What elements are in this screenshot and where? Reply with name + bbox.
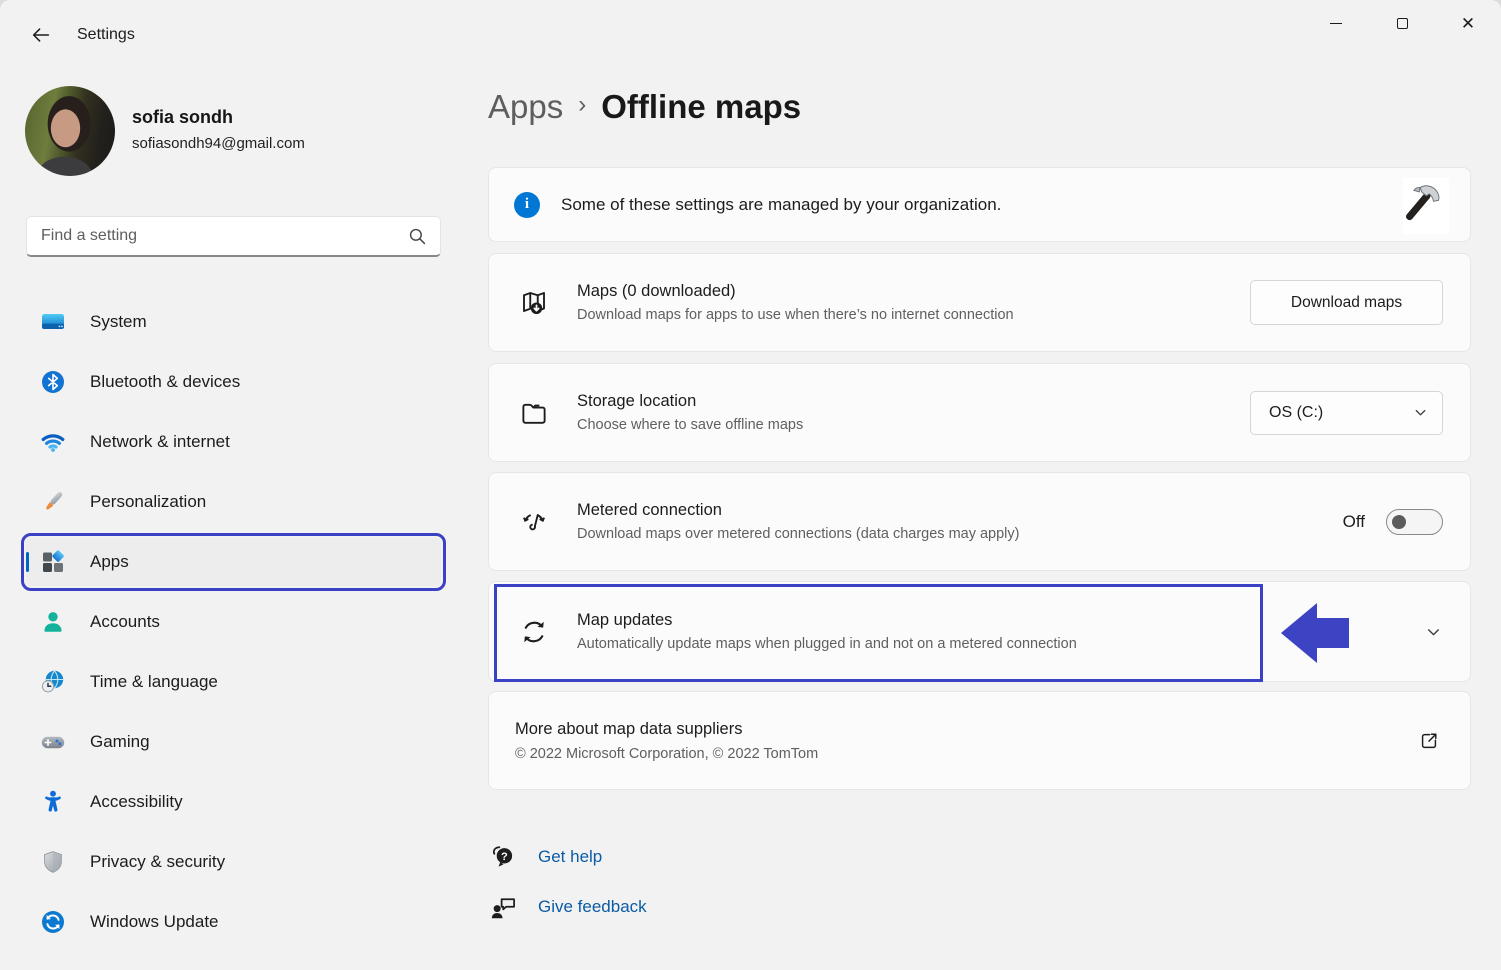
paintbrush-icon [40,489,66,515]
window-title: Settings [77,26,135,44]
sidebar-item-label: Bluetooth & devices [90,372,240,392]
search-input[interactable] [27,227,408,245]
storage-location-value: OS (C:) [1269,404,1323,422]
maps-setting-card: Maps (0 downloaded) Download maps for ap… [488,253,1471,352]
breadcrumb: Apps › Offline maps [488,88,801,126]
sidebar-item-label: Privacy & security [90,852,225,872]
selection-indicator [26,552,29,572]
shield-icon [40,849,66,875]
svg-text:?: ? [501,851,508,863]
suppliers-title: More about map data suppliers [515,720,818,739]
minimize-icon [1330,23,1342,24]
get-help-label: Get help [538,847,602,867]
sidebar-item-time-language[interactable]: Time & language [26,658,441,706]
help-bubble-icon: ? [488,843,518,871]
sidebar-item-accessibility[interactable]: Accessibility [26,778,441,826]
sidebar-item-personalization[interactable]: Personalization [26,478,441,526]
sidebar-item-windows-update[interactable]: Windows Update [26,898,441,946]
breadcrumb-parent[interactable]: Apps [488,88,563,126]
user-name: sofia sondh [132,107,233,128]
apps-icon [40,549,66,575]
get-help-link[interactable]: ? Get help [488,841,602,873]
settings-window: Settings ✕ sofia sondh sofiasondh94@gmai… [0,0,1501,970]
give-feedback-link[interactable]: Give feedback [488,891,647,923]
sidebar-item-network-internet[interactable]: Network & internet [26,418,441,466]
suppliers-copyright: © 2022 Microsoft Corporation, © 2022 Tom… [515,746,818,762]
expand-chevron-icon[interactable] [1425,623,1442,640]
back-button[interactable] [20,18,62,52]
avatar [25,86,115,176]
toggle-knob [1392,515,1406,529]
chevron-down-icon [1413,405,1428,420]
gamepad-icon [40,729,66,755]
wifi-icon [40,429,66,455]
minimize-button[interactable] [1303,0,1369,46]
map-updates-title: Map updates [577,611,1077,630]
metered-subtitle: Download maps over metered connections (… [577,526,1019,542]
maps-subtitle: Download maps for apps to use when there… [577,307,1014,323]
give-feedback-label: Give feedback [538,897,647,917]
map-data-suppliers-card[interactable]: More about map data suppliers © 2022 Mic… [488,691,1471,790]
hammer-cursor-image [1403,178,1449,234]
maps-title: Maps (0 downloaded) [577,282,1014,301]
accessibility-person-icon [40,789,66,815]
page-title: Offline maps [601,88,801,126]
sidebar-item-system[interactable]: System [26,298,441,346]
breadcrumb-chevron-icon: › [578,91,586,119]
globe-clock-icon [40,669,66,695]
close-button[interactable]: ✕ [1435,0,1501,46]
search-box[interactable] [26,216,441,257]
sidebar-item-label: Apps [90,552,129,572]
metered-connection-card: Metered connection Download maps over me… [488,472,1471,571]
folder-icon [519,398,549,428]
info-icon: i [514,192,540,218]
storage-location-dropdown[interactable]: OS (C:) [1250,391,1443,435]
gauge-icon [519,507,549,537]
annotation-arrow-icon [1281,601,1349,670]
metered-connection-toggle[interactable] [1386,509,1443,535]
sidebar-item-bluetooth-devices[interactable]: Bluetooth & devices [26,358,441,406]
sidebar-item-label: System [90,312,147,332]
sidebar-item-label: Personalization [90,492,206,512]
external-link-icon[interactable] [1418,730,1440,752]
maximize-icon [1397,18,1408,29]
sidebar-item-label: Accessibility [90,792,183,812]
back-arrow-icon [30,24,52,46]
sidebar-item-label: Gaming [90,732,150,752]
map-download-icon [519,288,549,318]
bluetooth-icon [40,369,66,395]
user-email: sofiasondh94@gmail.com [132,135,305,152]
sync-icon [519,617,549,647]
sidebar-item-apps[interactable]: Apps [26,538,441,586]
toggle-state-label: Off [1343,512,1365,532]
managed-org-banner: i Some of these settings are managed by … [488,167,1471,242]
storage-subtitle: Choose where to save offline maps [577,417,803,433]
download-maps-button[interactable]: Download maps [1250,280,1443,325]
map-updates-subtitle: Automatically update maps when plugged i… [577,636,1077,652]
sidebar-nav: System Bluetooth & devices Network & int… [26,298,441,958]
feedback-person-icon [488,893,518,921]
sidebar-item-label: Windows Update [90,912,219,932]
update-icon [40,909,66,935]
metered-title: Metered connection [577,501,1019,520]
search-icon [408,227,427,246]
map-updates-card[interactable]: Map updates Automatically update maps wh… [488,581,1471,682]
storage-title: Storage location [577,392,803,411]
sidebar-item-privacy-security[interactable]: Privacy & security [26,838,441,886]
sidebar-item-label: Accounts [90,612,160,632]
sidebar-item-label: Time & language [90,672,218,692]
sidebar-item-accounts[interactable]: Accounts [26,598,441,646]
sidebar-item-label: Network & internet [90,432,230,452]
storage-location-card: Storage location Choose where to save of… [488,363,1471,462]
system-icon [40,309,66,335]
banner-text: Some of these settings are managed by yo… [561,195,1001,215]
person-icon [40,609,66,635]
maximize-button[interactable] [1369,0,1435,46]
sidebar-item-gaming[interactable]: Gaming [26,718,441,766]
close-icon: ✕ [1461,15,1475,32]
